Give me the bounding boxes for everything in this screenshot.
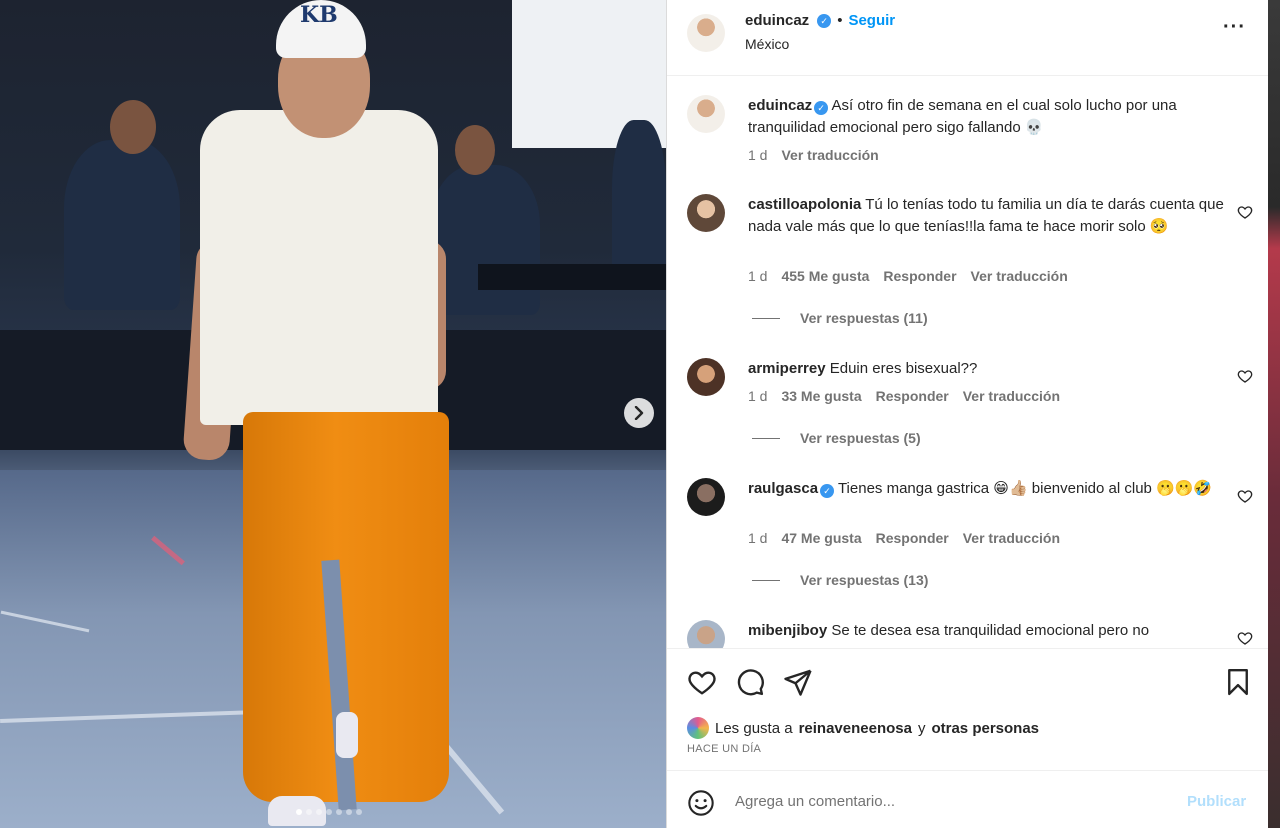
comment-meta: 1 d 33 Me gusta Responder Ver traducción — [748, 388, 1060, 404]
comment-text-block: armiperrey Eduin eres bisexual?? — [748, 358, 1224, 380]
translate-link[interactable]: Ver traducción — [781, 147, 878, 163]
view-replies-button[interactable]: Ver respuestas (13) — [752, 572, 928, 588]
post-location[interactable]: México — [745, 36, 789, 52]
emoji-icon[interactable] — [687, 789, 715, 817]
comment-time[interactable]: 1 d — [748, 530, 767, 546]
caption-username[interactable]: eduincaz — [748, 97, 812, 114]
comment-composer: Publicar — [667, 770, 1268, 828]
likes-prefix: Les gusta a — [715, 719, 793, 737]
avatar — [687, 717, 709, 739]
comment-text-block: castilloapolonia Tú lo tenías todo tu fa… — [748, 194, 1224, 238]
comment-text-block: mibenjiboy Se te desea esa tranquilidad … — [748, 620, 1224, 642]
author-username[interactable]: eduincaz — [745, 12, 809, 29]
comment-likes[interactable]: 33 Me gusta — [781, 388, 861, 404]
comment-username[interactable]: raulgasca — [748, 480, 818, 497]
reply-button[interactable]: Responder — [876, 530, 949, 546]
post-header: eduincaz ✓ • Seguir México ··· — [667, 0, 1268, 76]
caption-meta: 1 d Ver traducción — [748, 147, 879, 163]
verified-badge-icon: ✓ — [820, 484, 835, 498]
avatar[interactable] — [687, 194, 725, 232]
carousel-next-button[interactable] — [624, 398, 654, 428]
comment-username[interactable]: armiperrey — [748, 360, 826, 377]
view-replies-label: Ver respuestas (11) — [800, 310, 928, 326]
like-heart-icon[interactable] — [1237, 630, 1253, 646]
person-shirt — [200, 110, 438, 425]
follow-button[interactable]: Seguir — [848, 12, 895, 29]
like-heart-icon[interactable] — [1237, 204, 1253, 220]
post-actions: Les gusta a reinaveneenosa y otras perso… — [667, 648, 1268, 770]
verified-badge-icon: ✓ — [817, 13, 832, 28]
carousel-dot — [346, 809, 352, 815]
comment-meta: 1 d 455 Me gusta Responder Ver traducció… — [748, 268, 1068, 284]
musician-figure — [64, 140, 180, 310]
save-bookmark-icon[interactable] — [1223, 667, 1253, 697]
comment-likes[interactable]: 455 Me gusta — [781, 268, 869, 284]
comment-username[interactable]: mibenjiboy — [748, 622, 827, 639]
comment-text: Eduin eres bisexual?? — [829, 360, 978, 377]
replies-line — [752, 437, 780, 439]
carousel-dot — [336, 809, 342, 815]
separator-dot: • — [837, 12, 843, 29]
post-details-panel: eduincaz ✓ • Seguir México ··· eduincaz ✓… — [666, 0, 1268, 828]
like-heart-icon[interactable] — [687, 667, 717, 697]
share-send-icon[interactable] — [783, 667, 813, 697]
comment-text: Tienes manga gastrica 😁👍🏼 bienvenido al … — [837, 480, 1213, 497]
view-replies-button[interactable]: Ver respuestas (11) — [752, 310, 928, 326]
reply-button[interactable]: Responder — [883, 268, 956, 284]
more-options-icon[interactable]: ··· — [1223, 16, 1246, 39]
replies-line — [752, 579, 780, 581]
likes-summary[interactable]: Les gusta a reinaveneenosa y otras perso… — [687, 717, 1039, 739]
view-replies-label: Ver respuestas (13) — [800, 572, 929, 588]
avatar[interactable] — [687, 478, 725, 516]
likes-connector: y — [917, 719, 926, 737]
background-page-edge — [1268, 0, 1280, 828]
keyboard-instrument — [478, 264, 666, 290]
carousel-dot — [326, 809, 332, 815]
replies-line — [752, 317, 780, 319]
header-user-row: eduincaz ✓ • Seguir — [745, 12, 895, 29]
musician-figure — [430, 165, 540, 315]
carousel-dot — [356, 809, 362, 815]
musician-head — [110, 100, 156, 154]
avatar[interactable] — [687, 358, 725, 396]
publish-button[interactable]: Publicar — [1187, 793, 1246, 810]
chevron-right-icon — [634, 406, 644, 420]
avatar[interactable] — [687, 95, 725, 133]
translate-link[interactable]: Ver traducción — [963, 388, 1060, 404]
likes-user[interactable]: reinaveneenosa — [799, 720, 912, 737]
comments-list[interactable]: eduincaz ✓ Así otro fin de semana en el c… — [667, 77, 1268, 648]
translate-link[interactable]: Ver traducción — [963, 530, 1060, 546]
caption-text-block: eduincaz ✓ Así otro fin de semana en el c… — [748, 95, 1224, 139]
view-replies-button[interactable]: Ver respuestas (5) — [752, 430, 921, 446]
person-shoe — [336, 712, 358, 758]
post-photo[interactable]: KB — [0, 0, 666, 828]
caption-time[interactable]: 1 d — [748, 147, 767, 163]
comment-meta: 1 d 47 Me gusta Responder Ver traducción — [748, 530, 1060, 546]
carousel-dot — [296, 809, 302, 815]
carousel-dot — [306, 809, 312, 815]
likes-others[interactable]: otras personas — [931, 720, 1039, 737]
carousel-dot — [316, 809, 322, 815]
comment-time[interactable]: 1 d — [748, 388, 767, 404]
avatar[interactable] — [687, 620, 725, 648]
translate-link[interactable]: Ver traducción — [971, 268, 1068, 284]
comment-time[interactable]: 1 d — [748, 268, 767, 284]
like-heart-icon[interactable] — [1237, 368, 1253, 384]
like-heart-icon[interactable] — [1237, 488, 1253, 504]
comment-username[interactable]: castilloapolonia — [748, 196, 861, 213]
cap-logo: KB — [300, 2, 338, 28]
comment-text: Se te desea esa tranquilidad emocional p… — [831, 622, 1150, 639]
musician-head — [455, 125, 495, 175]
carousel-indicator — [296, 809, 362, 815]
avatar[interactable] — [687, 14, 725, 52]
view-replies-label: Ver respuestas (5) — [800, 430, 921, 446]
reply-button[interactable]: Responder — [876, 388, 949, 404]
comment-bubble-icon[interactable] — [735, 667, 765, 697]
post-time-ago[interactable]: HACE UN DÍA — [687, 743, 761, 755]
verified-badge-icon: ✓ — [814, 101, 829, 115]
caption-text: Así otro fin de semana en el cual solo l… — [748, 97, 1177, 136]
comment-likes[interactable]: 47 Me gusta — [781, 530, 861, 546]
comment-text-block: raulgasca ✓ Tienes manga gastrica 😁👍🏼 bie… — [748, 478, 1224, 500]
comment-input[interactable] — [735, 787, 1175, 815]
